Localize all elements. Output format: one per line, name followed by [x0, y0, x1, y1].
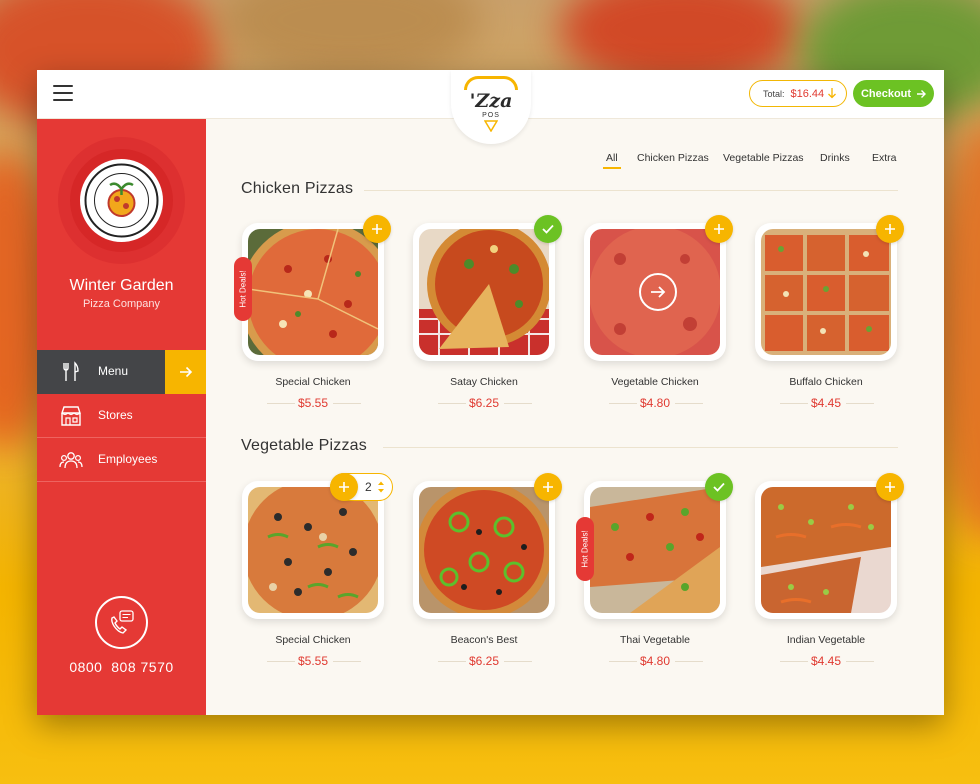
filter-tab-chicken-pizzas[interactable]: Chicken Pizzas: [637, 152, 709, 172]
sidebar-item-stores[interactable]: Stores: [37, 394, 206, 438]
stepper-arrows-icon[interactable]: [377, 480, 385, 494]
pizza-image: [419, 229, 549, 355]
sidebar-item-employees[interactable]: Employees: [37, 438, 206, 482]
sidebar-item-label: Stores: [98, 408, 133, 422]
product-card[interactable]: [584, 215, 733, 361]
product-name: Special Chicken: [275, 634, 351, 646]
arrow-right-icon: [651, 286, 666, 298]
add-to-order-button[interactable]: [876, 215, 904, 243]
product-price: $6.25: [468, 654, 500, 668]
store-icon: [61, 406, 81, 426]
pizza-image: [590, 487, 720, 613]
winter-garden-logo-icon: [84, 163, 159, 238]
filter-tab-extra[interactable]: Extra: [872, 152, 897, 172]
pizza-image: [248, 487, 378, 613]
pos-app-window: 'Zza POS Total: $16.44 Checkout Winter G…: [37, 70, 944, 715]
arrow-right-icon: [165, 350, 206, 394]
top-bar: 'Zza POS Total: $16.44 Checkout: [37, 70, 944, 144]
order-total[interactable]: Total: $16.44: [749, 80, 847, 107]
arrow-down-icon: [828, 88, 836, 99]
brand-subtitle: Pizza Company: [82, 298, 161, 310]
plus-icon: [885, 482, 895, 492]
logo-subtitle: POS: [482, 112, 500, 119]
product-price: $4.80: [639, 654, 671, 668]
product-name: Indian Vegetable: [786, 634, 866, 646]
plus-icon: [338, 481, 349, 492]
brand-name: Winter Garden: [69, 277, 174, 294]
pizza-image: [419, 487, 549, 613]
product-price: $4.80: [639, 396, 671, 410]
selected-check-button[interactable]: [705, 473, 733, 501]
sidebar: Winter Garden Pizza Company Menu Stores: [37, 119, 206, 715]
pizza-image: [248, 229, 378, 355]
sidebar-item-label: Employees: [98, 452, 158, 466]
section-title: Chicken Pizzas: [241, 180, 354, 197]
add-to-order-button[interactable]: [534, 473, 562, 501]
selected-check-button[interactable]: [534, 215, 562, 243]
product-card[interactable]: [242, 215, 391, 361]
fork-knife-icon: [63, 361, 79, 381]
product-name: Satay Chicken: [450, 376, 518, 388]
hot-deals-tag[interactable]: Hot Deals!: [234, 257, 252, 321]
product-card[interactable]: [755, 473, 904, 619]
add-to-order-button[interactable]: [363, 215, 391, 243]
product-name: Special Chicken: [275, 376, 351, 388]
product-price: $4.45: [810, 654, 842, 668]
app-logo: 'Zza POS: [451, 70, 531, 144]
check-icon: [713, 482, 725, 492]
quantity-value: 2: [365, 480, 372, 494]
view-details-button[interactable]: [639, 273, 677, 311]
section-title: Vegetable Pizzas: [241, 437, 367, 454]
phone-chat-icon: [111, 610, 134, 634]
product-card[interactable]: [413, 473, 562, 619]
phone-number: 0800 808 7570: [69, 659, 174, 675]
active-filter-indicator: [603, 167, 621, 169]
product-name: Thai Vegetable: [619, 634, 691, 646]
checkout-button[interactable]: Checkout: [853, 80, 934, 107]
filter-tab-drinks[interactable]: Drinks: [820, 152, 850, 172]
plus-icon: [543, 482, 553, 492]
product-card[interactable]: 2: [242, 472, 393, 619]
pizza-image: [761, 487, 891, 613]
filter-tab-vegetable-pizzas[interactable]: Vegetable Pizzas: [723, 152, 804, 172]
hot-deals-tag[interactable]: Hot Deals!: [576, 517, 594, 581]
arrow-right-icon: [917, 89, 927, 98]
plus-icon: [372, 224, 382, 234]
check-icon: [542, 224, 554, 234]
product-name: Vegetable Chicken: [611, 376, 699, 388]
plus-icon: [885, 224, 895, 234]
quantity-stepper[interactable]: 2: [329, 472, 393, 501]
checkout-label: Checkout: [860, 87, 912, 100]
add-to-order-button[interactable]: [329, 472, 358, 501]
product-card[interactable]: [755, 215, 904, 361]
hamburger-menu-icon[interactable]: [53, 84, 73, 102]
product-price: $5.55: [297, 396, 329, 410]
sidebar-item-label: Menu: [98, 364, 129, 378]
call-button[interactable]: [95, 596, 148, 649]
add-to-order-button[interactable]: [705, 215, 733, 243]
product-price: $4.45: [810, 396, 842, 410]
product-price: $6.25: [468, 396, 500, 410]
sidebar-item-menu[interactable]: Menu: [37, 350, 206, 394]
add-to-order-button[interactable]: [876, 473, 904, 501]
pizza-image: [761, 229, 891, 355]
filter-tab-all[interactable]: All: [606, 152, 618, 172]
product-card[interactable]: [413, 215, 562, 361]
pizza-slice-icon: [484, 120, 498, 132]
product-name: Buffalo Chicken: [789, 376, 863, 388]
product-card[interactable]: [584, 473, 733, 619]
total-amount: $16.44: [790, 87, 825, 100]
product-price: $5.55: [297, 654, 329, 668]
total-label: Total:: [763, 88, 785, 99]
pizza-image: [590, 229, 720, 355]
plus-icon: [714, 224, 724, 234]
users-icon: [59, 452, 83, 469]
logo-text: 'Zza: [469, 90, 513, 112]
product-name: Beacon's Best: [450, 634, 518, 646]
brand-logo: [80, 159, 163, 242]
